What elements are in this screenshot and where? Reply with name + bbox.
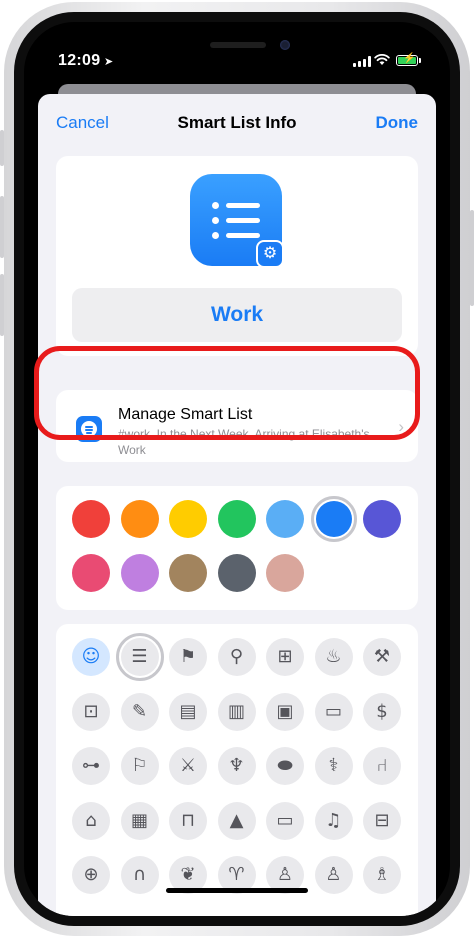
bookmark-icon[interactable]: ⚑ [169,638,207,676]
status-bar: 12:09 ➤ ⚡ [24,22,450,92]
building-icon[interactable]: ▦ [120,801,159,840]
cake-icon[interactable]: ♨ [314,638,353,676]
bank-icon[interactable]: ⊓ [169,801,207,840]
color-swatch-green[interactable] [217,500,256,538]
speaker-grille [210,42,266,48]
phone-screen: 12:09 ➤ ⚡ Cancel Smart List Info Done ⚙ … [24,22,450,916]
color-swatch-red[interactable] [72,500,110,538]
nav-bar: Cancel Smart List Info Done [38,94,436,150]
two-people-icon[interactable]: ♙ [314,856,353,894]
location-arrow-icon: ➤ [104,56,114,68]
book-icon[interactable]: ▥ [217,692,256,731]
smiley-icon[interactable]: ☺ [72,638,110,676]
graduation-cap-icon[interactable]: ⚒ [363,638,401,676]
manage-smart-list-subtitle: #work, In the Next Week, Arriving at Eli… [118,427,370,457]
wine-glass-icon[interactable]: ♆ [217,747,256,785]
charging-bolt-icon: ⚡ [403,53,416,64]
tent-icon[interactable]: ▲ [217,801,256,840]
color-swatch-orange[interactable] [120,500,159,538]
pencil-ruler-icon[interactable]: ✎ [120,692,159,731]
chevron-right-icon: › [398,417,404,436]
wifi-icon [374,53,390,65]
family-icon[interactable]: ♗ [363,856,401,894]
credit-card-icon[interactable]: ▭ [314,692,353,731]
headphones-icon[interactable]: ∩ [120,856,159,894]
manage-smart-list-title: Manage Smart List [118,406,253,423]
chair-icon[interactable]: ⑁ [363,747,401,785]
document-icon[interactable]: ▤ [169,692,207,731]
icon-picker: ☺ ☰ ⚑ ⚲ ⊞ ♨ ⚒ ⊡ ✎ ▤ ▥ ▣ ▭ $ ⊶ ⚐ ⚔ ♆ ⬬ ⚕ ⑁ ⌂ ▦ ⊓ ▲ ▭ ♫ ⊟ ⊕ ∩ ❦ ♈ ♙ ♙ ♗ [56,624,418,916]
pin-icon[interactable]: ⚲ [217,638,256,676]
dumbbell-icon[interactable]: ⊶ [72,747,110,785]
status-time: 12:09 [58,52,101,69]
list-name-field[interactable]: Work [72,288,402,342]
list-icon[interactable]: ☰ [120,638,159,676]
gamepad-icon[interactable]: ⊕ [72,856,110,894]
runner-icon[interactable]: ⚐ [120,747,159,785]
color-swatch-pink[interactable] [72,554,110,592]
gear-icon: ⚙ [256,240,284,268]
cellular-signal-icon [353,56,371,67]
color-swatch-rose[interactable] [266,554,304,592]
color-swatch-indigo[interactable] [363,500,401,538]
fork-knife-icon[interactable]: ⚔ [169,747,207,785]
tv-icon[interactable]: ▭ [266,801,304,840]
music-note-icon[interactable]: ♫ [314,801,353,840]
computer-icon[interactable]: ⊟ [363,801,401,840]
color-swatch-brown[interactable] [169,554,207,592]
stethoscope-icon[interactable]: ⚕ [314,747,353,785]
manage-smart-list-row[interactable]: Manage Smart List #work, In the Next Wee… [56,390,418,462]
smart-list-icon [76,416,102,442]
gift-icon[interactable]: ⊞ [266,638,304,676]
color-swatch-purple[interactable] [120,554,159,592]
smart-list-info-sheet: Cancel Smart List Info Done ⚙ Work Manag… [38,94,436,916]
color-swatch-blue[interactable] [315,501,352,537]
money-icon[interactable]: $ [363,692,401,731]
color-swatch-yellow[interactable] [169,500,207,538]
front-camera [280,40,290,50]
volume-down-button [0,274,4,336]
battery-nub [419,58,421,63]
mute-switch [0,130,4,166]
color-swatch-gray[interactable] [217,554,256,592]
volume-up-button [0,196,4,258]
list-header-card: ⚙ Work [56,156,418,356]
done-button[interactable]: Done [376,113,419,133]
color-picker [56,486,418,610]
home-indicator [166,888,308,893]
house-icon[interactable]: ⌂ [72,801,110,840]
wallet-icon[interactable]: ▣ [266,692,304,731]
color-swatch-light-blue[interactable] [266,500,304,538]
power-button [470,210,474,306]
pills-icon[interactable]: ⬬ [266,747,304,785]
backpack-icon[interactable]: ⊡ [72,692,110,731]
